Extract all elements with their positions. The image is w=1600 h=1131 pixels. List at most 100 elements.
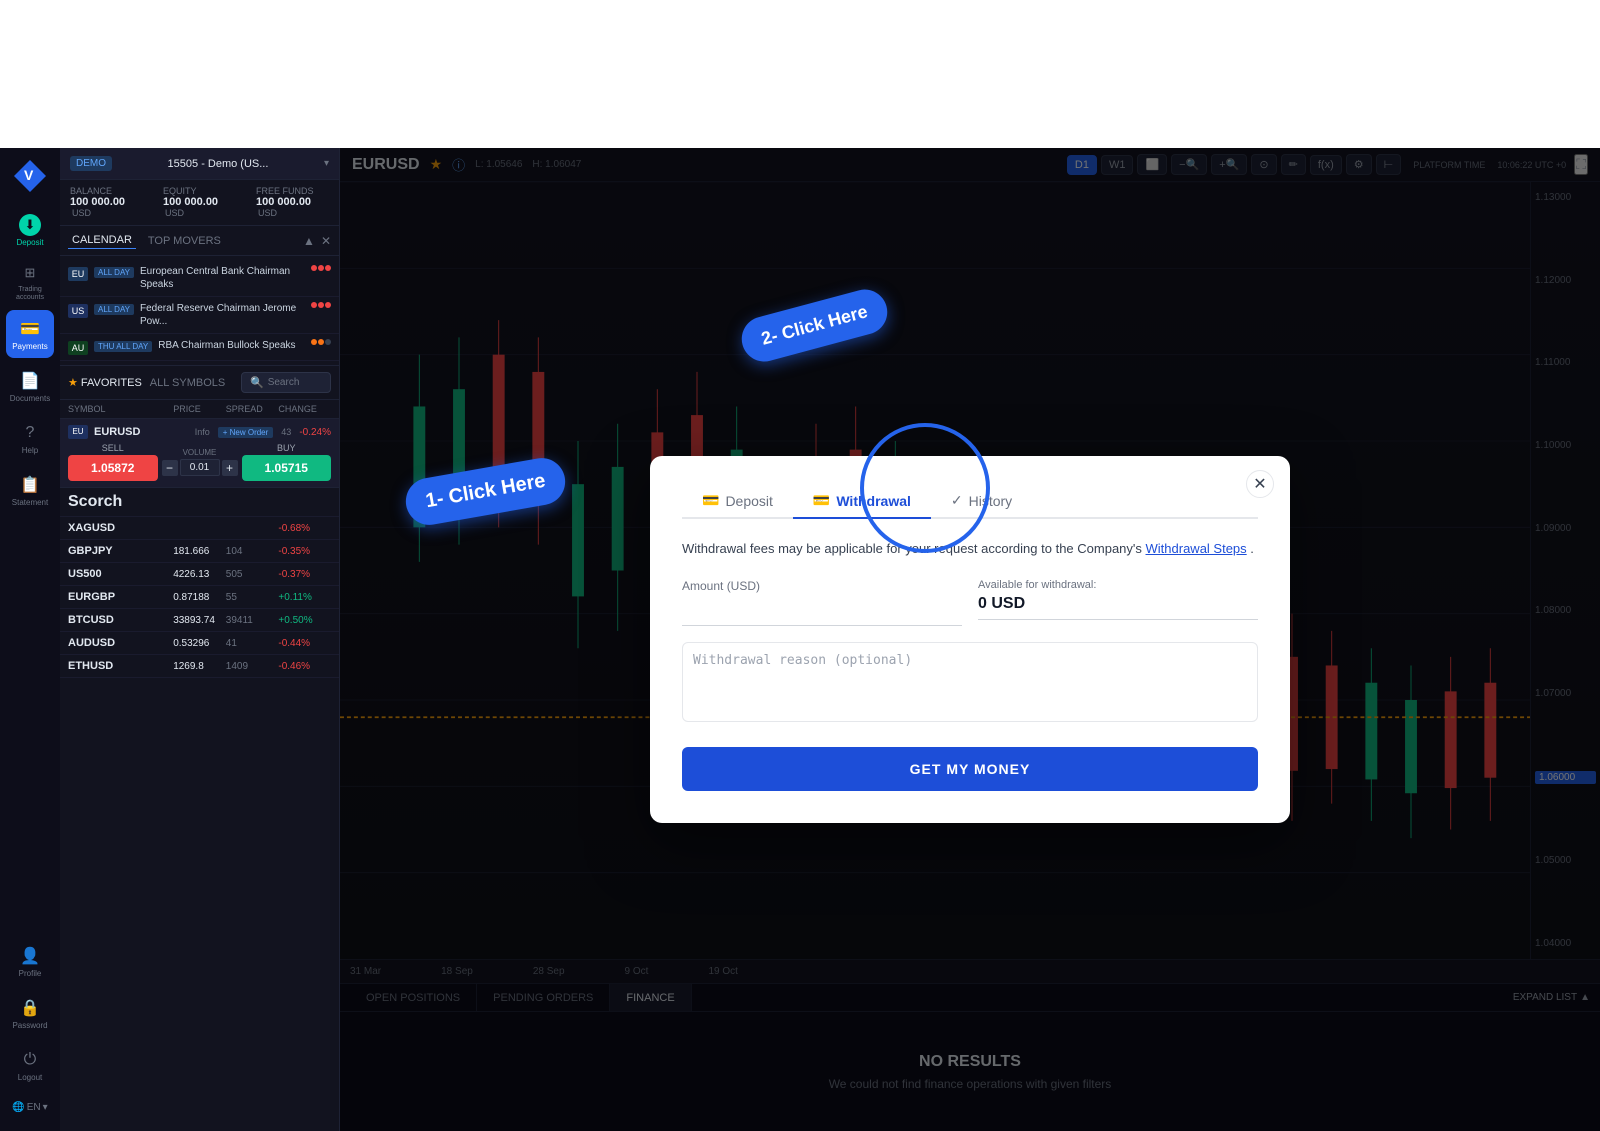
modal-form-row: Amount (USD) Available for withdrawal: 0… [682,579,1258,626]
sidebar-item-logout[interactable]: ⏻ Logout [6,1041,54,1089]
news-list: EU ALL DAY European Central Bank Chairma… [60,256,339,366]
deposit-icon: ⬇ [19,214,41,236]
news-time-1: ALL DAY [94,304,134,315]
modal-overlay[interactable]: ✕ 💳 Deposit 💳 Withdrawal ✓ History [340,148,1600,1131]
audusd-spread: 41 [226,638,279,649]
eu-flag: EU [68,267,88,281]
eurgbp-row[interactable]: EURGBP 0.87188 55 +0.11% [60,586,339,609]
audusd-price: 0.53296 [173,638,226,649]
volume-control: VOLUME − + [162,448,238,476]
new-order-btn[interactable]: + New Order [218,427,274,438]
sidebar-item-deposit[interactable]: ⬇ Deposit [6,206,54,254]
account-header-bar: DEMO 15505 - Demo (US... ▾ [60,148,339,180]
sidebar-item-documents[interactable]: 📄 Documents [6,362,54,410]
xagusd-name: XAGUSD [68,522,173,534]
modal-tab-history[interactable]: ✓ History [931,484,1032,519]
search-input[interactable] [268,377,322,388]
logout-icon: ⏻ [19,1049,41,1071]
sidebar-item-profile[interactable]: 👤 Profile [6,937,54,985]
favorites-row: ★ FAVORITES ALL SYMBOLS 🔍 [60,366,339,400]
close-news-icon[interactable]: ✕ [321,234,331,248]
xagusd-row[interactable]: XAGUSD -0.68% [60,517,339,540]
favorites-tab[interactable]: ★ FAVORITES [68,376,142,389]
volume-increase-btn[interactable]: + [222,460,238,476]
equity-stat: EQUITY 100 000.00 USD [163,186,236,219]
available-field: Available for withdrawal: 0 USD [978,579,1258,626]
lang-chevron-icon: ▾ [43,1102,48,1113]
impact-dot [311,302,317,308]
collapse-icon[interactable]: ▲ [303,234,315,248]
volume-decrease-btn[interactable]: − [162,460,178,476]
news-item-1: US ALL DAY Federal Reserve Chairman Jero… [60,297,339,334]
account-chevron-icon[interactable]: ▾ [324,158,329,169]
withdrawal-steps-link[interactable]: Withdrawal Steps [1146,541,1247,556]
symbol-panel: DEMO 15505 - Demo (US... ▾ BALANCE 100 0… [60,148,340,1131]
btcusd-spread: 39411 [226,615,279,626]
statement-icon: 📋 [19,474,41,496]
eurusd-symbol-row[interactable]: EU EURUSD Info + New Order 43 -0.24% SEL… [60,419,339,488]
reason-textarea[interactable] [682,642,1258,722]
au-flag: AU [68,341,88,355]
news-text-1: Federal Reserve Chairman Jerome Pow... [140,302,305,328]
click-here-2-label: 2- Click Here [737,284,893,366]
audusd-name: AUDUSD [68,637,173,649]
chart-area: EURUSD ★ ⓘ L: 1.05646 H: 1.06047 D1 W1 ⬜… [340,148,1600,1131]
calendar-tab[interactable]: CALENDAR [68,232,136,249]
search-box: 🔍 [241,372,331,393]
icon-sidebar: V ⬇ Deposit ⊞ Trading accounts 💳 Payment… [0,148,60,1131]
all-symbols-tab[interactable]: ALL SYMBOLS [150,377,225,389]
gbpjpy-row[interactable]: GBPJPY 181.666 104 -0.35% [60,540,339,563]
language-selector[interactable]: 🌐 EN ▾ [6,1093,54,1121]
sidebar-item-help[interactable]: ? Help [6,414,54,462]
gbpjpy-name: GBPJPY [68,545,173,557]
audusd-row[interactable]: AUDUSD 0.53296 41 -0.44% [60,632,339,655]
sidebar-item-password[interactable]: 🔒 Password [6,989,54,1037]
xagusd-change: -0.68% [278,523,331,534]
us500-spread: 505 [226,569,279,580]
available-value: 0 USD [978,595,1258,620]
modal-tab-deposit[interactable]: 💳 Deposit [682,484,793,519]
impact-dot [318,302,324,308]
news-controls: ▲ ✕ [303,234,331,248]
svg-text:V: V [24,167,34,183]
news-text-2: RBA Chairman Bullock Speaks [158,339,305,352]
sidebar-item-trading-accounts[interactable]: ⊞ Trading accounts [6,258,54,306]
sell-button[interactable]: 1.05872 [68,455,158,481]
ethusd-name: ETHUSD [68,660,173,672]
buy-button[interactable]: 1.05715 [242,455,332,481]
modal-close-btn[interactable]: ✕ [1246,470,1274,498]
eurgbp-name: EURGBP [68,591,173,603]
gbpjpy-change: -0.35% [278,546,331,557]
sidebar-item-statement[interactable]: 📋 Statement [6,466,54,514]
ethusd-row[interactable]: ETHUSD 1269.8 1409 -0.46% [60,655,339,678]
modal-tab-withdrawal[interactable]: 💳 Withdrawal [793,484,931,519]
stats-row: BALANCE 100 000.00 USD EQUITY 100 000.00… [60,180,339,226]
btcusd-row[interactable]: BTCUSD 33893.74 39411 +0.50% [60,609,339,632]
top-movers-tab[interactable]: TOP MOVERS [144,233,225,249]
news-time-2: THU ALL DAY [94,341,152,352]
favorites-star-icon: ★ [68,376,78,389]
main-area: V ⬇ Deposit ⊞ Trading accounts 💳 Payment… [0,148,1600,1131]
balance-stat: BALANCE 100 000.00 USD [70,186,143,219]
news-item-2: AU THU ALL DAY RBA Chairman Bullock Spea… [60,334,339,361]
free-funds-value: 100 000.00 [256,196,311,208]
available-label: Available for withdrawal: [978,579,1258,591]
us500-row[interactable]: US500 4226.13 505 -0.37% [60,563,339,586]
scorch-row[interactable]: Scorch [60,488,339,517]
eurgbp-spread: 55 [226,592,279,603]
equity-value: 100 000.00 [163,196,218,208]
sidebar-item-payments[interactable]: 💳 Payments [6,310,54,358]
volume-input[interactable] [180,459,220,476]
annotation-2: 2- Click Here [740,303,889,348]
free-funds-label: FREE FUNDS [256,186,329,196]
eurusd-info-btn[interactable]: Info [195,427,210,437]
news-impact-0 [311,265,331,271]
impact-dot [325,339,331,345]
ethusd-change: -0.46% [278,661,331,672]
amount-input[interactable] [682,597,962,626]
get-money-btn[interactable]: GET MY MONEY [682,747,1258,791]
btcusd-name: BTCUSD [68,614,173,626]
impact-dot [311,339,317,345]
eurusd-flag: EU [68,425,88,439]
news-impact-1 [311,302,331,308]
